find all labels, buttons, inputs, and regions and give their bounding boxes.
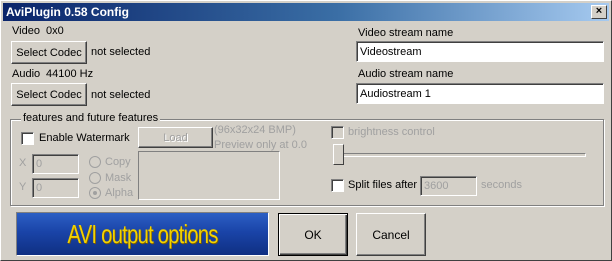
radio-alpha-label: Alpha [105, 187, 134, 199]
banner-text: AVI output options [67, 218, 218, 249]
audio-stream-name-label: Audio stream name [358, 68, 454, 80]
audio-stream-name-input[interactable]: Audiostream 1 [356, 83, 604, 104]
split-files-label: Split files after [348, 179, 418, 191]
window-title: AviPlugin 0.58 Config [6, 5, 129, 19]
bmp-info-label: (96x32x24 BMP) [214, 124, 296, 136]
features-group-label: features and future features [21, 112, 161, 124]
cancel-label: Cancel [372, 227, 410, 242]
brightness-slider-thumb[interactable] [333, 144, 344, 165]
audio-codec-status: not selected [91, 89, 151, 101]
y-label: Y [19, 181, 27, 193]
x-offset-value: 0 [36, 158, 43, 170]
y-offset-value: 0 [36, 182, 43, 194]
audio-stream-name-value: Audiostream 1 [360, 87, 431, 100]
radio-alpha-selected-dot [93, 191, 97, 195]
split-seconds-value: 3600 [424, 180, 449, 192]
y-offset-input[interactable]: 0 [32, 178, 79, 198]
video-dims: 0x0 [46, 25, 64, 37]
close-icon: × [595, 5, 603, 17]
radio-copy[interactable] [89, 156, 101, 168]
enable-watermark-checkbox[interactable] [21, 132, 34, 145]
video-stream-name-label: Video stream name [358, 27, 454, 39]
preview-info-label: Preview only at 0.0 [214, 139, 307, 151]
load-watermark-label: Load [163, 131, 188, 144]
split-files-checkbox[interactable] [331, 179, 344, 192]
radio-copy-label: Copy [105, 156, 131, 168]
brightness-label: brightness control [348, 126, 435, 138]
radio-alpha[interactable] [89, 187, 101, 199]
watermark-preview [138, 151, 280, 200]
enable-watermark-label: Enable Watermark [39, 132, 130, 144]
radio-mask[interactable] [89, 172, 101, 184]
select-audio-codec-button[interactable]: Select Codec [11, 83, 87, 106]
audio-label: Audio [12, 68, 41, 80]
video-stream-name-value: Videostream [360, 45, 422, 58]
ok-label: OK [304, 227, 322, 242]
x-offset-input[interactable]: 0 [32, 154, 79, 174]
video-codec-status: not selected [91, 46, 151, 58]
cancel-button[interactable]: Cancel [356, 213, 426, 256]
load-watermark-button[interactable]: Load [138, 127, 213, 148]
avi-output-banner: AVI output options [16, 212, 269, 256]
brightness-checkbox[interactable] [331, 126, 344, 139]
split-seconds-input[interactable]: 3600 [420, 176, 477, 196]
audio-rate: 44100 Hz [46, 68, 94, 80]
split-seconds-unit: seconds [481, 179, 522, 191]
select-audio-codec-label: Select Codec [16, 88, 82, 101]
close-button[interactable]: × [591, 5, 607, 19]
ok-button[interactable]: OK [278, 213, 348, 256]
select-video-codec-button[interactable]: Select Codec [11, 41, 87, 64]
title-bar[interactable]: AviPlugin 0.58 Config × [3, 3, 609, 21]
config-window: AviPlugin 0.58 Config × Video 0x0 Select… [0, 0, 612, 261]
select-video-codec-label: Select Codec [16, 46, 82, 59]
x-label: X [19, 157, 27, 169]
video-stream-name-input[interactable]: Videostream [356, 41, 604, 62]
radio-mask-label: Mask [105, 172, 132, 184]
video-label: Video [12, 25, 40, 37]
brightness-slider-track[interactable] [334, 153, 586, 157]
